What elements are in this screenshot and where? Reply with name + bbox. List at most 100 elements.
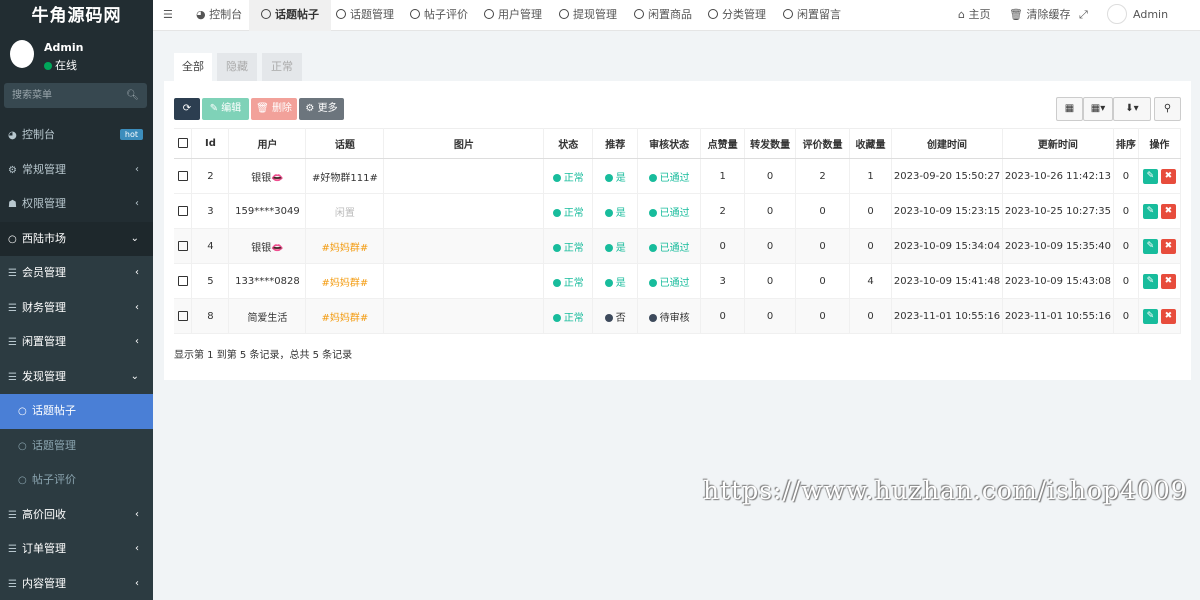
row-edit-icon[interactable]: ✎: [1142, 238, 1158, 254]
sidebar-item-content[interactable]: ☰ 内容管理 ‹: [0, 566, 153, 600]
cell-topic[interactable]: 闲置: [305, 193, 385, 229]
cell-status[interactable]: 正常: [543, 263, 594, 299]
col-user[interactable]: 用户: [228, 128, 307, 159]
sidebar-search-input[interactable]: 搜索菜单 🔍︎: [4, 83, 147, 108]
sidebar-item-topic-manage[interactable]: ○ 话题管理: [0, 428, 153, 463]
columns-button[interactable]: ▦▾: [1083, 97, 1113, 121]
sidebar-item-market[interactable]: ○ 西陆市场 ⌄: [0, 221, 153, 256]
search-icon[interactable]: 🔍︎: [126, 83, 139, 108]
col-status[interactable]: 状态: [543, 128, 594, 159]
row-checkbox[interactable]: [177, 205, 188, 216]
toggle-view-button[interactable]: ▦: [1056, 97, 1083, 121]
cell-status[interactable]: 正常: [543, 298, 594, 334]
more-button[interactable]: ⚙ 更多: [299, 98, 344, 120]
row-checkbox[interactable]: [177, 310, 188, 321]
row-delete-icon[interactable]: ✖: [1160, 203, 1176, 219]
cell-review[interactable]: 已通过: [637, 228, 702, 264]
tab-withdraw[interactable]: 提现管理: [559, 0, 617, 31]
list-icon: ☰: [8, 268, 17, 279]
select-all-checkbox[interactable]: [174, 128, 193, 159]
admin-menu[interactable]: Admin: [1107, 0, 1168, 31]
cell-user: 简爱生活: [228, 298, 307, 334]
row-delete-icon[interactable]: ✖: [1160, 168, 1176, 184]
clear-cache-button[interactable]: 🗑︎ 清除缓存: [1009, 0, 1070, 31]
row-delete-icon[interactable]: ✖: [1160, 238, 1176, 254]
sidebar-item-auth[interactable]: ☗ 权限管理 ‹: [0, 187, 153, 222]
row-edit-icon[interactable]: ✎: [1142, 273, 1158, 289]
cell-status[interactable]: 正常: [543, 193, 594, 229]
fullscreen-icon[interactable]: ⤢: [1079, 0, 1088, 31]
export-button[interactable]: ⬇▾: [1113, 97, 1151, 121]
sidebar-item-dashboard[interactable]: ◕ 控制台 hot: [0, 118, 153, 153]
cell-topic[interactable]: #妈妈群#: [305, 228, 385, 264]
search-button[interactable]: ⚲: [1154, 97, 1181, 121]
col-updated[interactable]: 更新时间: [1002, 128, 1114, 159]
row-edit-icon[interactable]: ✎: [1142, 168, 1158, 184]
tab-post-reviews[interactable]: 帖子评价: [410, 0, 468, 31]
sidebar-item-orders[interactable]: ☰ 订单管理 ‹: [0, 532, 153, 567]
tab-users[interactable]: 用户管理: [484, 0, 542, 31]
sidebar-item-members[interactable]: ☰ 会员管理 ‹: [0, 256, 153, 291]
tab-all[interactable]: 全部: [174, 53, 212, 81]
row-edit-icon[interactable]: ✎: [1142, 308, 1158, 324]
cell-topic[interactable]: #妈妈群#: [305, 263, 385, 299]
sidebar-item-post-reviews[interactable]: ○ 帖子评价: [0, 463, 153, 498]
tab-topic-posts[interactable]: 话题帖子: [249, 0, 331, 31]
row-checkbox[interactable]: [177, 240, 188, 251]
row-checkbox[interactable]: [177, 170, 188, 181]
cell-topic[interactable]: #好物群111#: [305, 158, 385, 194]
menu-toggle-icon[interactable]: ☰: [163, 0, 173, 31]
row-delete-icon[interactable]: ✖: [1160, 273, 1176, 289]
cell-recommend[interactable]: 是: [592, 263, 639, 299]
cell-recommend[interactable]: 否: [592, 298, 639, 334]
col-favorites[interactable]: 收藏量: [849, 128, 893, 159]
home-link[interactable]: ⌂ 主页: [958, 0, 990, 31]
col-topic[interactable]: 话题: [305, 128, 385, 159]
sidebar-item-finance[interactable]: ☰ 财务管理 ‹: [0, 290, 153, 325]
user-name: Admin: [44, 41, 84, 54]
app-logo[interactable]: 牛角源码网: [0, 0, 153, 32]
row-checkbox[interactable]: [177, 275, 188, 286]
cell-recommend[interactable]: 是: [592, 193, 639, 229]
row-edit-icon[interactable]: ✎: [1142, 203, 1158, 219]
tab-categories[interactable]: 分类管理: [708, 0, 766, 31]
cell-review[interactable]: 已通过: [637, 193, 702, 229]
pencil-icon: ✎: [209, 103, 222, 114]
cell-recommend[interactable]: 是: [592, 228, 639, 264]
col-comments[interactable]: 评价数量: [795, 128, 851, 159]
cell-recommend[interactable]: 是: [592, 158, 639, 194]
tab-hidden[interactable]: 隐藏: [217, 53, 257, 81]
col-created[interactable]: 创建时间: [891, 128, 1003, 159]
col-likes[interactable]: 点赞量: [700, 128, 746, 159]
cell-review[interactable]: 待审核: [637, 298, 702, 334]
sidebar-item-general[interactable]: ⚙ 常规管理 ‹: [0, 153, 153, 188]
col-sort[interactable]: 排序: [1113, 128, 1139, 159]
col-review[interactable]: 审核状态: [637, 128, 702, 159]
tab-topic-manage[interactable]: 话题管理: [336, 0, 394, 31]
cell-review[interactable]: 已通过: [637, 158, 702, 194]
tab-idle-goods[interactable]: 闲置商品: [634, 0, 692, 31]
col-recommend[interactable]: 推荐: [592, 128, 639, 159]
tab-normal[interactable]: 正常: [262, 53, 302, 81]
edit-button[interactable]: ✎ 编辑: [202, 98, 249, 120]
row-delete-icon[interactable]: ✖: [1160, 308, 1176, 324]
cell-topic[interactable]: #妈妈群#: [305, 298, 385, 334]
cell-comments: 0: [795, 263, 851, 299]
col-shares[interactable]: 转发数量: [744, 128, 797, 159]
tab-idle-messages[interactable]: 闲置留言: [783, 0, 841, 31]
col-image[interactable]: 图片: [383, 128, 545, 159]
cell-status[interactable]: 正常: [543, 158, 594, 194]
delete-button[interactable]: 🗑︎ 删除: [251, 98, 297, 120]
cell-review[interactable]: 已通过: [637, 263, 702, 299]
chevron-left-icon: ‹: [135, 163, 139, 175]
refresh-button[interactable]: ⟳: [174, 98, 200, 120]
cell-status[interactable]: 正常: [543, 228, 594, 264]
tab-dashboard[interactable]: ◕ 控制台: [196, 0, 242, 31]
col-id[interactable]: Id: [191, 128, 230, 159]
sidebar-item-discover[interactable]: ☰ 发现管理 ⌄: [0, 359, 153, 394]
sidebar-item-topic-posts[interactable]: ○ 话题帖子: [0, 394, 153, 429]
cell-image: [383, 298, 545, 334]
sidebar-item-idle[interactable]: ☰ 闲置管理 ‹: [0, 325, 153, 360]
checkbox[interactable]: [177, 138, 188, 148]
sidebar-item-recycle[interactable]: ☰ 高价回收 ‹: [0, 497, 153, 532]
